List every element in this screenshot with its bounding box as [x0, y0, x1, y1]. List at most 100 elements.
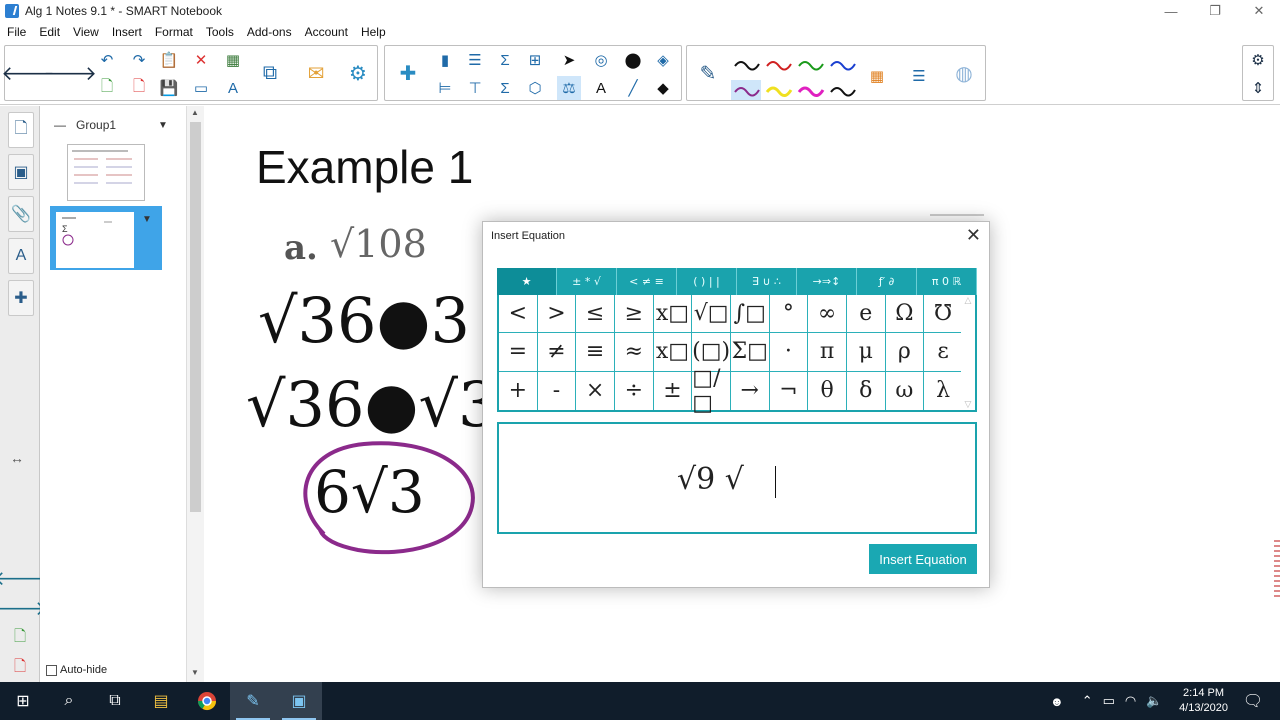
- sigma-icon[interactable]: Σ: [493, 48, 517, 72]
- symbol-cell[interactable]: <: [499, 295, 538, 334]
- wifi-icon[interactable]: ◠: [1125, 693, 1136, 709]
- attachments-tab[interactable]: 📎: [8, 196, 34, 232]
- restore-icon[interactable]: ❐: [1192, 0, 1238, 22]
- group-dropdown-icon[interactable]: ▼: [158, 120, 168, 131]
- symbol-cell[interactable]: +: [499, 371, 538, 410]
- search-icon[interactable]: ⌕: [46, 682, 92, 720]
- symbol-cell[interactable]: ∞: [808, 295, 847, 334]
- smart-notebook-taskbar-icon[interactable]: ✎: [230, 682, 276, 720]
- next-page-icon[interactable]: 🡒: [43, 56, 97, 90]
- battery-icon[interactable]: ▭: [1103, 693, 1115, 709]
- symbol-cell[interactable]: ×: [576, 371, 615, 410]
- tab-greek-sets[interactable]: π 0 ℝ: [917, 268, 977, 295]
- menu-addons[interactable]: Add-ons: [240, 25, 298, 39]
- page-thumbnail-2-selected[interactable]: Σ ▼: [50, 206, 162, 270]
- symbol-cell[interactable]: ε: [924, 333, 963, 372]
- align-top-icon[interactable]: ⊤: [463, 76, 487, 100]
- text-style-icon[interactable]: A: [221, 76, 245, 100]
- volume-icon[interactable]: 🔈: [1146, 693, 1162, 709]
- symbol-cell[interactable]: ≤: [576, 295, 615, 334]
- add-page-icon[interactable]: 🗋: [95, 76, 119, 100]
- menu-file[interactable]: File: [0, 25, 32, 39]
- menu-account[interactable]: Account: [298, 25, 354, 39]
- screen-shade-icon[interactable]: ▭: [189, 76, 213, 100]
- distribute-icon[interactable]: ⊞: [523, 48, 547, 72]
- shape-recognition-icon[interactable]: ⬡: [523, 76, 547, 100]
- puzzle-icon[interactable]: ✚: [391, 56, 425, 90]
- shapes-icon[interactable]: ⬤: [621, 48, 645, 72]
- capture-icon[interactable]: ⧉: [253, 56, 287, 90]
- paste-icon[interactable]: 📋: [157, 48, 181, 72]
- symbol-cell[interactable]: ℧: [924, 295, 963, 334]
- text-icon[interactable]: A: [589, 76, 613, 100]
- chart-icon[interactable]: ▮: [433, 48, 457, 72]
- response-icon[interactable]: ✉: [299, 56, 333, 90]
- menu-insert[interactable]: Insert: [105, 25, 148, 39]
- close-window-icon[interactable]: ✕: [1236, 0, 1280, 22]
- symbol-cell[interactable]: ≥: [614, 295, 654, 334]
- symbol-cell[interactable]: -: [538, 371, 577, 410]
- symbol-cell[interactable]: ω: [886, 371, 925, 410]
- sigma-sum-icon[interactable]: Σ: [493, 76, 517, 100]
- symbol-cell[interactable]: ¬: [770, 371, 809, 410]
- symbol-cell[interactable]: >: [537, 295, 577, 334]
- checkbox-icon[interactable]: [46, 664, 57, 676]
- symbol-cell[interactable]: =: [499, 333, 538, 372]
- grid-scroll-down-icon[interactable]: ▽: [961, 399, 975, 410]
- tab-operators[interactable]: ± * √: [557, 268, 617, 295]
- menu-edit[interactable]: Edit: [32, 25, 66, 39]
- menu-view[interactable]: View: [66, 25, 105, 39]
- minimize-icon[interactable]: —: [1148, 0, 1194, 22]
- symbol-cell[interactable]: ·: [769, 333, 809, 372]
- show-hidden-icons-icon[interactable]: ⌃: [1082, 693, 1093, 709]
- symbol-grid-scrollbar[interactable]: △ ▽: [961, 295, 975, 410]
- select-icon[interactable]: ➤: [557, 48, 581, 72]
- line-icon[interactable]: ╱: [621, 76, 645, 100]
- file-explorer-icon[interactable]: ▤: [138, 682, 184, 720]
- equation-editor[interactable]: √9 √: [497, 422, 977, 534]
- people-icon[interactable]: ☻: [1050, 694, 1064, 709]
- symbol-cell[interactable]: √□: [692, 295, 731, 334]
- previous-page-icon[interactable]: 🡐: [1, 56, 55, 90]
- windows-start-icon[interactable]: ⊞: [0, 682, 46, 720]
- magic-pen-icon[interactable]: ◎: [589, 48, 613, 72]
- delete-page-icon[interactable]: 🗋: [127, 76, 151, 100]
- eraser-icon[interactable]: ◆: [651, 76, 675, 100]
- symbol-cell[interactable]: ≡: [576, 333, 615, 372]
- grid-scroll-up-icon[interactable]: △: [961, 295, 975, 306]
- sidebar-next-page-icon[interactable]: 🡒: [0, 596, 47, 620]
- globe-icon[interactable]: ◍: [947, 56, 981, 90]
- sidebar-prev-page-icon[interactable]: 🡐: [0, 566, 47, 590]
- tab-calculus[interactable]: ƒ′ ∂: [857, 268, 917, 295]
- settings-icon[interactable]: ⚙: [1246, 48, 1270, 72]
- pen-color-swatches[interactable]: [731, 54, 881, 100]
- symbol-cell[interactable]: ÷: [615, 371, 654, 410]
- group-header[interactable]: — Group1: [54, 118, 116, 132]
- sorter-scrollbar[interactable]: ▲ ▼: [186, 106, 204, 682]
- notebook-window-taskbar-icon[interactable]: ▣: [276, 682, 322, 720]
- scroll-up-icon[interactable]: ▲: [191, 108, 199, 117]
- addons-icon[interactable]: ⚙: [341, 56, 375, 90]
- resize-sidebar-icon[interactable]: ↔: [10, 450, 24, 466]
- insert-equation-button[interactable]: Insert Equation: [869, 544, 977, 574]
- close-icon[interactable]: ✕: [966, 225, 981, 246]
- menu-format[interactable]: Format: [148, 25, 199, 39]
- sidebar-delete-page-icon[interactable]: 🗋: [8, 656, 32, 680]
- color-palette-icon[interactable]: ▦: [865, 64, 889, 88]
- symbol-cell[interactable]: λ: [924, 371, 963, 410]
- symbol-cell[interactable]: x□: [653, 295, 693, 334]
- tab-logic[interactable]: ∃ ∪ ∴: [737, 268, 797, 295]
- menu-tools[interactable]: Tools: [199, 25, 240, 39]
- scrollbar-thumb[interactable]: [190, 122, 201, 512]
- menu-help[interactable]: Help: [354, 25, 392, 39]
- undo-icon[interactable]: ↶: [95, 48, 119, 72]
- page-thumbnail-1[interactable]: [67, 144, 145, 201]
- symbol-cell[interactable]: δ: [847, 371, 886, 410]
- symbol-cell[interactable]: →: [731, 371, 770, 410]
- clock[interactable]: 2:14 PM 4/13/2020: [1179, 686, 1228, 716]
- symbol-cell[interactable]: θ: [808, 371, 847, 410]
- symbol-cell[interactable]: ≠: [537, 333, 577, 372]
- notifications-icon[interactable]: 🗨: [1230, 682, 1276, 720]
- symbol-cell[interactable]: π: [808, 333, 847, 372]
- symbol-cell[interactable]: ∫□: [730, 295, 770, 334]
